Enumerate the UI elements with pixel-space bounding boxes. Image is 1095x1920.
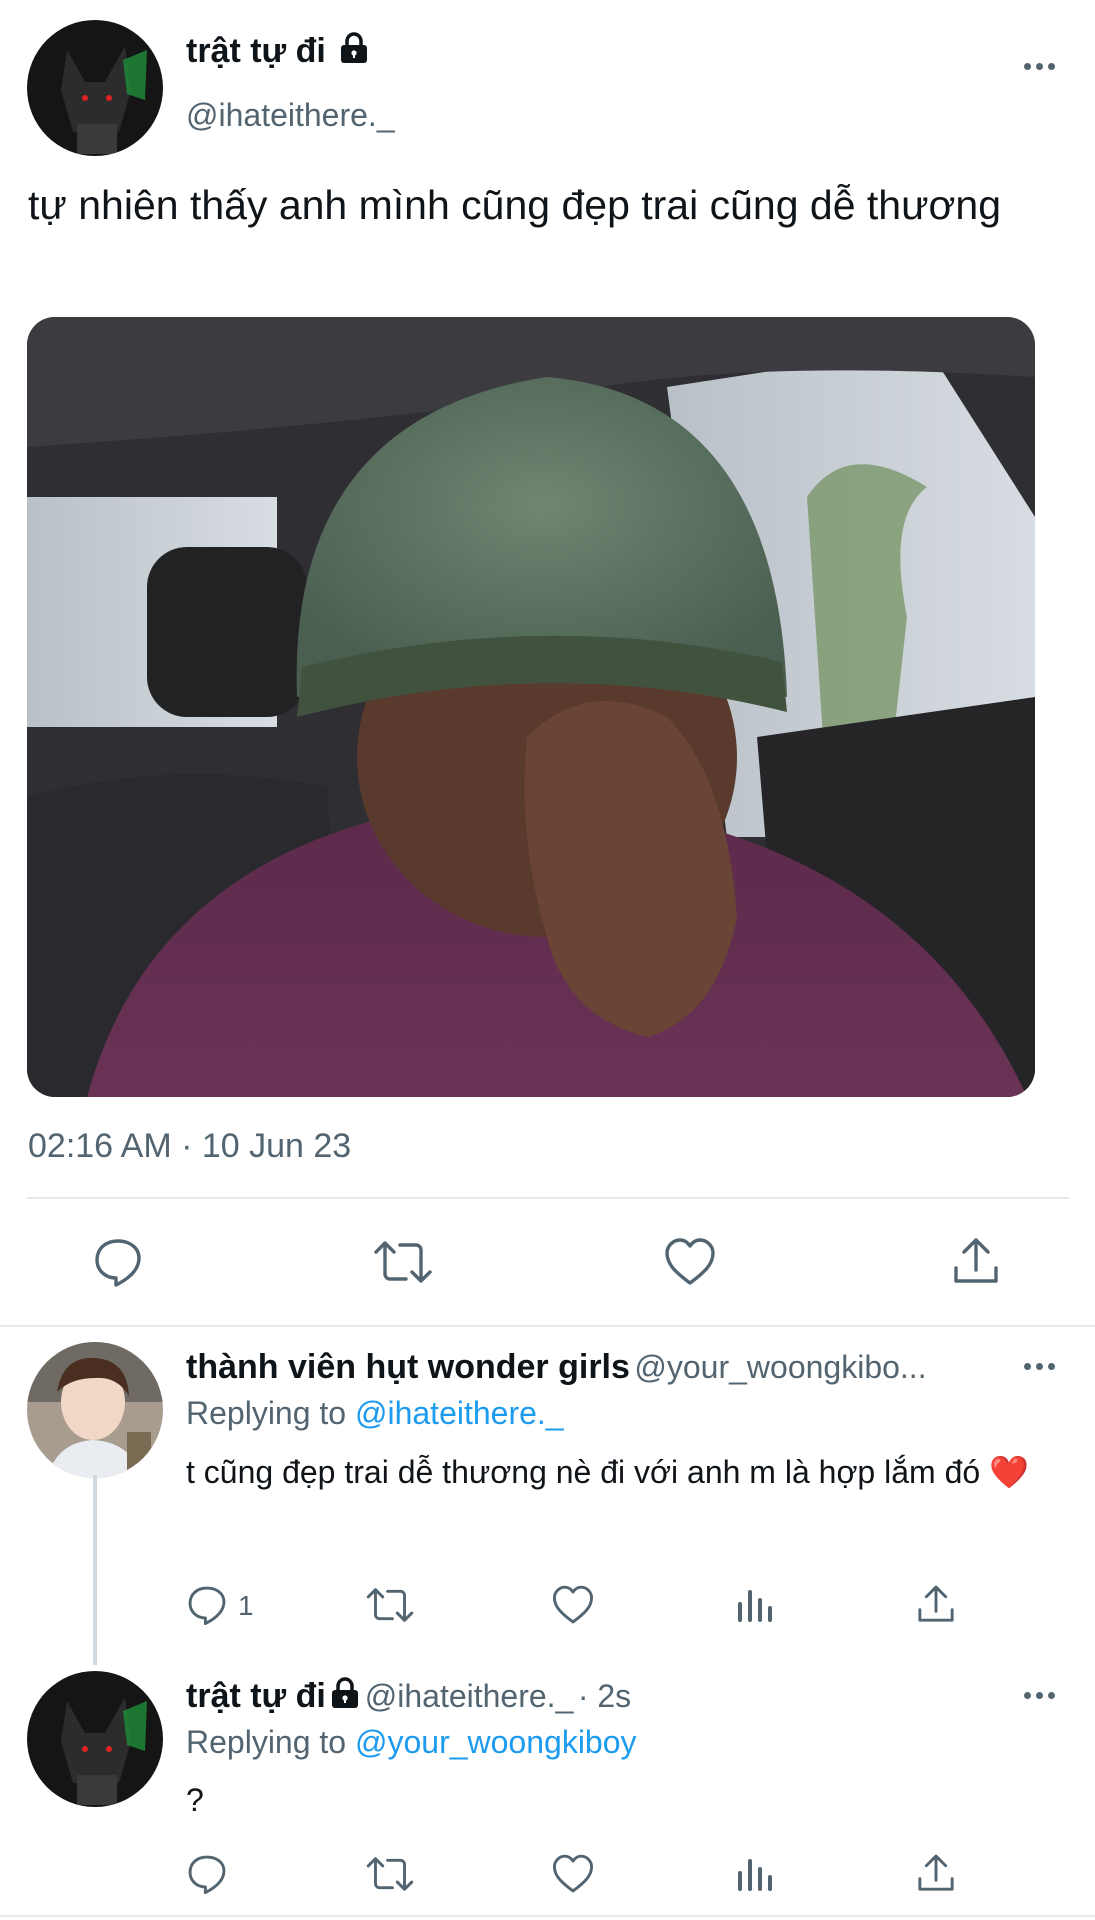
display-name[interactable]: thành viên hụt wonder girls (186, 1348, 630, 1386)
reply-text: t cũng đẹp trai dễ thương nè đi với anh … (186, 1446, 1066, 1498)
tweet-timestamp[interactable]: 02:16 AM · 10 Jun 23 (28, 1127, 351, 1166)
avatar[interactable] (27, 1342, 163, 1478)
lock-icon (330, 1677, 360, 1709)
wolf-avatar-image (27, 1671, 163, 1807)
replying-to: Replying to @your_woongkiboy (186, 1724, 637, 1761)
like-icon[interactable] (551, 1853, 595, 1895)
display-name[interactable]: trật tự đi (186, 1677, 326, 1715)
handle[interactable]: @ihateithere._ (365, 1678, 574, 1714)
analytics-icon[interactable] (735, 1853, 775, 1895)
more-icon[interactable] (1019, 1685, 1059, 1705)
analytics-icon[interactable] (735, 1584, 775, 1626)
replying-to: Replying to @ihateithere._ (186, 1395, 564, 1432)
display-name[interactable]: trật tự đi (186, 32, 369, 71)
more-icon[interactable] (1019, 1356, 1059, 1376)
tweet-text: tự nhiên thấy anh mình cũng đẹp trai cũn… (28, 182, 1002, 228)
reply-icon[interactable] (92, 1236, 144, 1288)
lock-icon (339, 32, 369, 64)
handle[interactable]: @ihateithere._ (186, 97, 395, 134)
mention-link[interactable]: @ihateithere._ (355, 1395, 564, 1431)
divider (27, 1197, 1069, 1199)
mention-link[interactable]: @your_woongkiboy (355, 1724, 637, 1760)
retweet-icon[interactable] (372, 1236, 434, 1288)
reply-header: trật tự đi @ihateithere._ · 2s (186, 1677, 1006, 1716)
reply-count: 1 (238, 1590, 254, 1621)
tweet-photo[interactable] (27, 317, 1035, 1097)
retweet-icon[interactable] (365, 1853, 415, 1895)
handle[interactable]: @your_woongkibo... (634, 1349, 926, 1385)
divider (0, 1325, 1095, 1327)
profile-photo-image (27, 1342, 163, 1478)
replying-to-label: Replying to (186, 1395, 347, 1431)
share-icon[interactable] (915, 1851, 957, 1895)
retweet-icon[interactable] (365, 1584, 415, 1626)
more-icon[interactable] (1019, 56, 1059, 76)
reply-text: ? (186, 1782, 204, 1818)
reply-text-content: t cũng đẹp trai dễ thương nè đi với anh … (186, 1454, 981, 1490)
reply-header: thành viên hụt wonder girls @your_woongk… (186, 1348, 1006, 1387)
reply-icon[interactable] (186, 1584, 228, 1626)
avatar[interactable] (27, 20, 163, 156)
divider (0, 1915, 1095, 1917)
avatar[interactable] (27, 1671, 163, 1807)
like-icon[interactable] (551, 1584, 595, 1626)
share-icon[interactable] (950, 1234, 1002, 1288)
like-icon[interactable] (663, 1236, 717, 1288)
replying-to-label: Replying to (186, 1724, 347, 1760)
reply-icon[interactable] (186, 1853, 228, 1895)
display-name-text: trật tự đi (186, 32, 326, 70)
share-icon[interactable] (915, 1582, 957, 1626)
heart-emoji: ❤️ (989, 1454, 1029, 1490)
tweet-time[interactable]: · 2s (578, 1678, 631, 1714)
photo-image (27, 317, 1035, 1097)
thread-line (93, 1475, 97, 1665)
wolf-avatar-image (27, 20, 163, 156)
